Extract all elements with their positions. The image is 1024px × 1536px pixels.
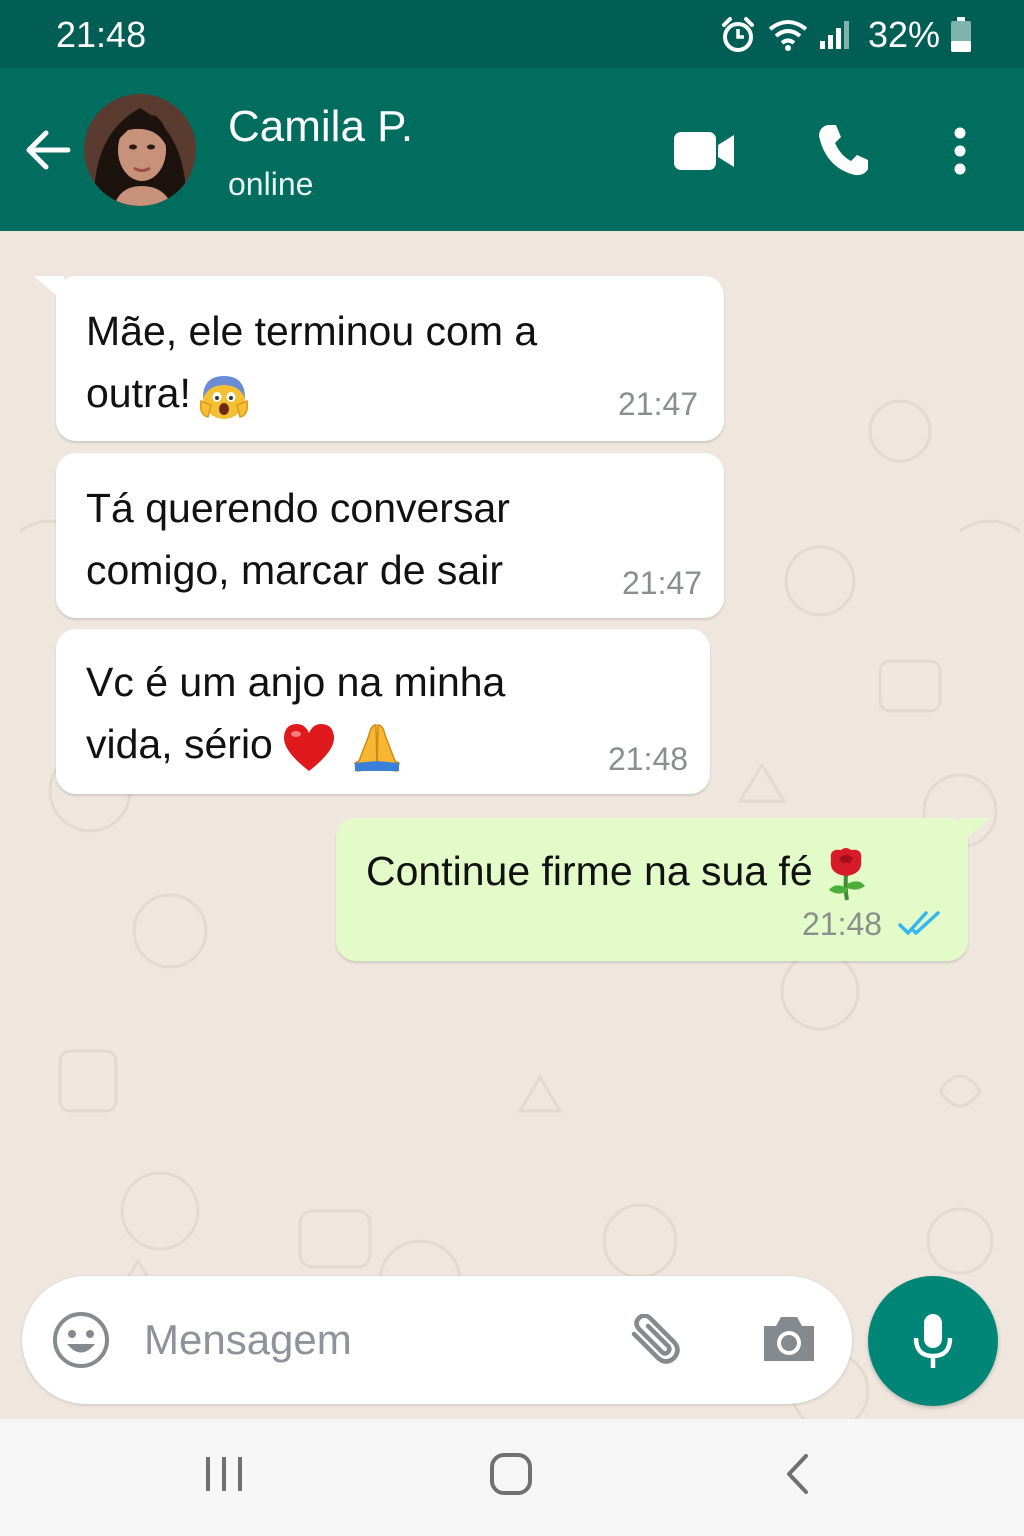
message-text: Tá querendo conversar [86, 485, 510, 531]
phone-call-icon[interactable] [816, 122, 870, 178]
microphone-icon [913, 1314, 953, 1368]
message-input[interactable] [144, 1310, 584, 1370]
message-text: Vc é um anjo na minha [86, 659, 506, 705]
message-text: vida, sério [86, 721, 273, 767]
red-heart-emoji-icon [283, 724, 334, 772]
message-text: comigo, marcar de sair [86, 547, 503, 593]
recent-apps-icon[interactable] [204, 1455, 244, 1493]
message-bubble-incoming[interactable]: Vc é um anjo na minha vida, sério 21:48 [56, 629, 710, 794]
battery-icon [951, 17, 971, 52]
contact-avatar[interactable] [84, 94, 196, 206]
wifi-icon [768, 20, 808, 51]
contact-name[interactable]: Camila P. [228, 102, 413, 152]
battery-percent: 32% [867, 14, 940, 55]
message-time: 21:48 [802, 906, 883, 942]
contact-status: online [228, 166, 314, 202]
video-call-icon[interactable] [674, 130, 736, 172]
rose-emoji-icon [828, 848, 865, 901]
voice-record-button[interactable] [868, 1276, 998, 1406]
status-time: 21:48 [56, 14, 147, 55]
back-nav-icon[interactable] [784, 1453, 812, 1495]
camera-icon[interactable] [760, 1314, 818, 1364]
emoji-picker-icon[interactable] [52, 1311, 110, 1369]
more-options-icon[interactable] [950, 126, 970, 176]
chat-area[interactable]: Mãe, ele terminou com a outra! 21:47 Tá … [0, 231, 1024, 1419]
status-bar: 21:48 32% [0, 0, 1024, 68]
attach-paperclip-icon[interactable] [626, 1314, 686, 1366]
status-icons: 32% [718, 12, 972, 58]
signal-icon [819, 21, 849, 49]
home-icon[interactable] [489, 1452, 533, 1496]
bubble-tail [960, 818, 990, 844]
scream-emoji-icon [199, 376, 248, 420]
message-text: outra! [86, 370, 191, 416]
message-bubble-incoming[interactable]: Tá querendo conversar comigo, marcar de … [56, 453, 724, 618]
double-check-read-icon [898, 911, 940, 935]
message-time: 21:47 [622, 565, 703, 601]
bubble-tail [34, 276, 64, 302]
message-bubble-outgoing[interactable]: Continue firme na sua fé 21:48 [336, 818, 990, 961]
message-composer [22, 1276, 852, 1404]
message-bubble-incoming[interactable]: Mãe, ele terminou com a outra! 21:47 [34, 276, 724, 441]
message-time: 21:48 [608, 741, 689, 777]
alarm-icon [721, 17, 754, 52]
message-text: Mãe, ele terminou com a [86, 308, 538, 354]
message-time: 21:47 [618, 386, 699, 422]
chat-header: Camila P. online [0, 68, 1024, 231]
system-navigation-bar [0, 1419, 1024, 1536]
praying-hands-emoji-icon [354, 724, 400, 772]
message-text: Continue firme na sua fé [366, 848, 813, 894]
back-arrow-icon[interactable] [22, 124, 74, 176]
